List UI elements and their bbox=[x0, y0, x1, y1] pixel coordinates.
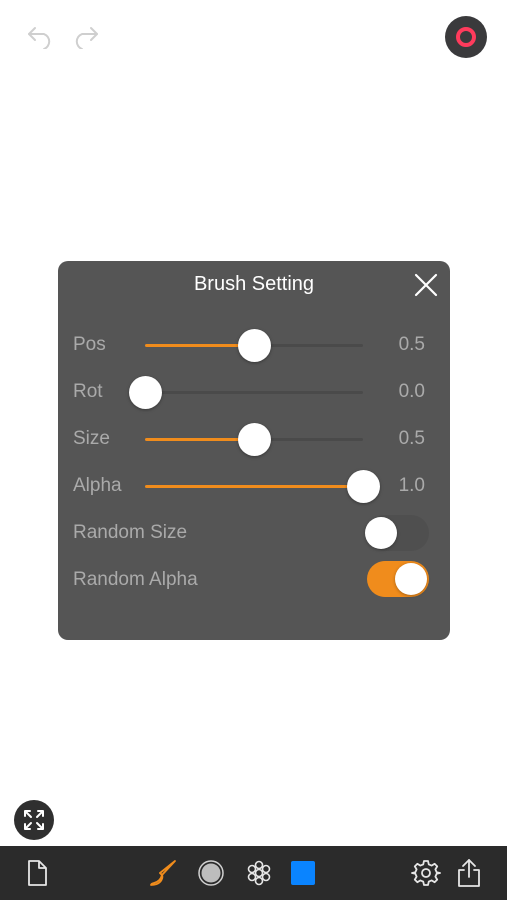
record-button[interactable] bbox=[445, 16, 487, 58]
redo-icon bbox=[75, 27, 98, 49]
slider-fill bbox=[145, 485, 363, 488]
record-icon bbox=[456, 27, 476, 47]
brush-icon bbox=[150, 860, 176, 886]
slider-thumb[interactable] bbox=[129, 376, 162, 409]
undo-icon bbox=[28, 27, 51, 49]
rot-slider[interactable] bbox=[129, 376, 363, 409]
document-button[interactable] bbox=[22, 858, 52, 888]
alpha-slider[interactable] bbox=[145, 470, 380, 503]
pattern-icon bbox=[247, 860, 271, 886]
rot-value: 0.0 bbox=[398, 381, 425, 402]
toggle-knob bbox=[365, 517, 397, 549]
rot-label: Rot bbox=[73, 381, 103, 402]
fullscreen-button[interactable] bbox=[14, 800, 54, 840]
close-button[interactable] bbox=[414, 273, 438, 297]
pattern-button[interactable] bbox=[244, 858, 274, 888]
alpha-value: 1.0 bbox=[398, 475, 425, 496]
panel-title: Brush Setting bbox=[193, 273, 315, 295]
slider-thumb[interactable] bbox=[238, 329, 271, 362]
document-icon bbox=[28, 860, 47, 886]
color-button[interactable] bbox=[288, 858, 318, 888]
share-button[interactable] bbox=[454, 858, 484, 888]
alpha-label: Alpha bbox=[73, 475, 122, 496]
pos-slider[interactable] bbox=[145, 329, 363, 362]
share-icon bbox=[458, 859, 480, 887]
random-size-toggle[interactable] bbox=[365, 515, 429, 551]
undo-button[interactable] bbox=[24, 20, 58, 54]
slider-thumb[interactable] bbox=[347, 470, 380, 503]
bottom-toolbar bbox=[0, 846, 507, 900]
size-slider[interactable] bbox=[145, 423, 363, 456]
random-alpha-toggle[interactable] bbox=[367, 561, 429, 597]
close-icon bbox=[414, 273, 438, 297]
pos-value: 0.5 bbox=[398, 334, 425, 355]
size-value: 0.5 bbox=[398, 428, 425, 449]
slider-thumb[interactable] bbox=[238, 423, 271, 456]
brush-setting-panel: Brush Setting Pos 0.5 Rot 0.0 Size 0.5 A… bbox=[58, 261, 450, 640]
size-label: Size bbox=[73, 428, 110, 449]
settings-button[interactable] bbox=[411, 858, 441, 888]
redo-button[interactable] bbox=[68, 20, 102, 54]
gear-icon bbox=[411, 860, 441, 886]
brush-shape-button[interactable] bbox=[196, 858, 226, 888]
color-swatch bbox=[291, 861, 315, 885]
pos-label: Pos bbox=[73, 334, 106, 355]
brush-shape-icon bbox=[198, 860, 224, 886]
random-size-label: Random Size bbox=[73, 522, 188, 543]
brush-tool-button[interactable] bbox=[148, 858, 178, 888]
toggle-knob bbox=[395, 563, 427, 595]
slider-track bbox=[145, 391, 363, 394]
random-alpha-label: Random Alpha bbox=[73, 569, 198, 590]
expand-icon bbox=[24, 810, 44, 830]
